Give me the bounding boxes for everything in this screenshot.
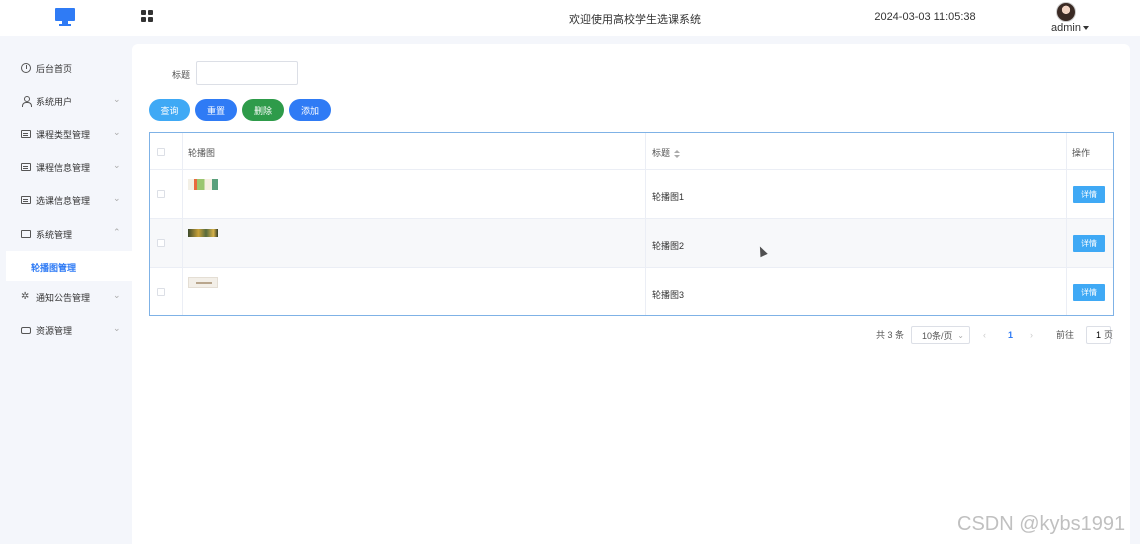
- chevron-down-icon: ⌄: [113, 193, 121, 203]
- detail-button[interactable]: 详情: [1073, 235, 1105, 252]
- sidebar-item-label: 后台首页: [36, 64, 73, 74]
- next-page-button[interactable]: ›: [1030, 326, 1033, 344]
- folder-icon: [21, 229, 31, 239]
- caret-down-icon: [1082, 26, 1089, 31]
- sidebar: 后台首页 系统用户 ⌄ 课程类型管理 ⌄ 课程信息管理 ⌄ 选课信息管理 ⌄ 系…: [0, 36, 132, 544]
- carousel-table: 轮播图 标题 操作 轮播图1 详情 轮播图2 详情 轮播图3 详情: [149, 132, 1114, 316]
- query-button[interactable]: 查询: [149, 99, 190, 121]
- user-menu[interactable]: admin: [1046, 22, 1094, 34]
- row-title: 轮播图1: [652, 192, 685, 202]
- page-number[interactable]: 1: [1008, 326, 1013, 344]
- goto-label: 前往: [1056, 330, 1075, 340]
- column-header-title-label: 标题: [652, 148, 671, 158]
- column-divider: [1066, 133, 1067, 315]
- row-checkbox[interactable]: [157, 190, 165, 198]
- column-divider: [182, 133, 183, 315]
- sort-icon[interactable]: [674, 149, 681, 158]
- top-header: 欢迎使用高校学生选课系统 2024-03-03 11:05:38 admin: [0, 0, 1140, 36]
- sidebar-subitem-carousel[interactable]: 轮播图管理: [6, 251, 132, 281]
- monitor-icon: [55, 8, 75, 26]
- chevron-down-icon: ⌄: [113, 323, 121, 333]
- printer-icon: [21, 325, 31, 335]
- table-header-row: 轮播图 标题 操作: [150, 133, 1113, 170]
- sidebar-item-enrollment[interactable]: 选课信息管理 ⌄: [0, 191, 132, 211]
- column-header-title[interactable]: 标题: [652, 146, 681, 159]
- sidebar-item-announcements[interactable]: ✲ 通知公告管理 ⌄: [0, 288, 132, 308]
- title-search-input[interactable]: [196, 61, 298, 85]
- goto-suffix: 页: [1104, 330, 1114, 340]
- table-row: 轮播图1 详情: [150, 170, 1113, 219]
- sidebar-item-label: 通知公告管理: [36, 293, 91, 303]
- sidebar-item-course-types[interactable]: 课程类型管理 ⌄: [0, 125, 132, 145]
- chevron-down-icon: ⌄: [957, 331, 964, 340]
- chevron-down-icon: ⌄: [113, 160, 121, 170]
- chevron-down-icon: ⌄: [113, 290, 121, 300]
- prev-page-button[interactable]: ‹: [983, 326, 986, 344]
- carousel-thumbnail: [188, 229, 218, 237]
- sidebar-item-system-users[interactable]: 系统用户 ⌄: [0, 92, 132, 112]
- avatar[interactable]: [1056, 2, 1076, 22]
- delete-button[interactable]: 删除: [242, 99, 284, 121]
- box-icon: [21, 162, 31, 172]
- chevron-up-icon: ⌃: [113, 227, 121, 237]
- grid-icon[interactable]: [141, 10, 153, 22]
- box-icon: [21, 195, 31, 205]
- add-button[interactable]: 添加: [289, 99, 331, 121]
- watermark: CSDN @kybs1991: [957, 513, 1126, 535]
- carousel-thumbnail: [188, 179, 218, 190]
- sidebar-item-system-management[interactable]: 系统管理 ⌃: [0, 225, 132, 245]
- sidebar-item-label: 系统管理: [36, 230, 73, 240]
- user-icon: [21, 96, 32, 107]
- row-checkbox[interactable]: [157, 288, 165, 296]
- sidebar-item-label: 课程信息管理: [36, 163, 91, 173]
- column-divider: [645, 133, 646, 315]
- row-title: 轮播图3: [652, 290, 685, 300]
- sidebar-item-label: 系统用户: [36, 97, 73, 107]
- page-size-select[interactable]: 10条/页 ⌄: [911, 326, 970, 344]
- row-title: 轮播图2: [652, 241, 685, 251]
- sidebar-item-label: 资源管理: [36, 326, 73, 336]
- column-header-actions: 操作: [1072, 148, 1091, 158]
- column-header-image: 轮播图: [188, 148, 216, 158]
- select-all-checkbox[interactable]: [157, 148, 165, 156]
- datetime-display: 2024-03-03 11:05:38: [874, 11, 976, 23]
- page-size-value: 10条/页: [922, 331, 953, 341]
- chevron-down-icon: ⌄: [113, 127, 121, 137]
- table-row: 轮播图3 详情: [150, 268, 1113, 315]
- sidebar-item-dashboard[interactable]: 后台首页: [0, 59, 132, 79]
- system-title: 欢迎使用高校学生选课系统: [569, 14, 701, 26]
- box-icon: [21, 129, 31, 139]
- sidebar-subitem-label: 轮播图管理: [31, 263, 77, 273]
- table-row: 轮播图2 详情: [150, 219, 1113, 268]
- detail-button[interactable]: 详情: [1073, 186, 1105, 203]
- carousel-thumbnail: [188, 277, 218, 288]
- username: admin: [1051, 22, 1081, 34]
- main-panel: 标题 查询 重置 删除 添加 轮播图 标题 操作 轮播图1 详情 轮播图2 详情…: [132, 44, 1130, 544]
- pagination-total: 共 3 条: [876, 330, 905, 340]
- spark-icon: ✲: [21, 291, 30, 302]
- sidebar-item-label: 选课信息管理: [36, 196, 91, 206]
- sidebar-item-course-info[interactable]: 课程信息管理 ⌄: [0, 158, 132, 178]
- row-checkbox[interactable]: [157, 239, 165, 247]
- search-label: 标题: [172, 70, 191, 80]
- chevron-down-icon: ⌄: [113, 94, 121, 104]
- reset-button[interactable]: 重置: [195, 99, 237, 121]
- sidebar-item-resources[interactable]: 资源管理 ⌄: [0, 321, 132, 341]
- detail-button[interactable]: 详情: [1073, 284, 1105, 301]
- sidebar-item-label: 课程类型管理: [36, 130, 91, 140]
- clock-icon: [21, 63, 31, 73]
